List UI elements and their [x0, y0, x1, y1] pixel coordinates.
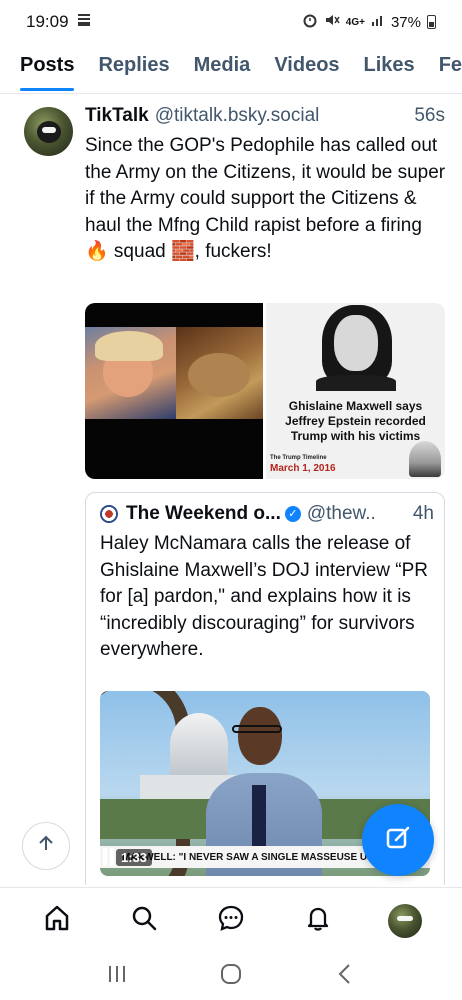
battery-icon: [427, 15, 436, 29]
arrow-up-icon: [37, 834, 55, 858]
compose-button[interactable]: [362, 804, 434, 876]
author-name[interactable]: TikTalk: [85, 105, 149, 127]
inset-portrait: [409, 441, 441, 477]
timeline-label: The Trump Timeline: [270, 455, 327, 461]
alarm-icon: [302, 12, 318, 32]
post-header: TikTalk @tiktalk.bsky.social 56s: [85, 105, 445, 127]
tab-media[interactable]: Media: [182, 44, 263, 93]
quote-author-avatar[interactable]: [100, 505, 118, 523]
notification-icon: [77, 12, 91, 32]
status-left: 19:09: [26, 12, 91, 32]
profile-avatar: [387, 903, 422, 938]
bottom-navigation: [0, 887, 462, 953]
home-circle-icon: [220, 963, 242, 990]
collage-photo-right: [176, 327, 263, 419]
quote-time: 4h: [412, 503, 434, 524]
video-person-head: [238, 707, 282, 765]
mute-icon: [324, 12, 340, 32]
bell-icon: [303, 903, 333, 938]
tab-replies[interactable]: Replies: [86, 44, 181, 93]
post-image-grid: Ghislaine Maxwell says Jeffrey Epstein r…: [85, 303, 445, 479]
post-image-1[interactable]: [85, 303, 263, 479]
status-time: 19:09: [26, 12, 69, 31]
author-avatar[interactable]: [24, 107, 73, 156]
portrait-body: [316, 375, 396, 391]
scroll-to-top-button[interactable]: [22, 822, 70, 870]
portrait-photo: [310, 303, 402, 391]
tab-feeds[interactable]: Fe: [427, 44, 462, 93]
tab-likes[interactable]: Likes: [352, 44, 427, 93]
quote-author-name[interactable]: The Weekend o...: [126, 503, 281, 525]
portrait-face: [334, 315, 378, 371]
recent-apps-button[interactable]: [97, 962, 137, 992]
image-caption: Ghislaine Maxwell says Jeffrey Epstein r…: [285, 399, 426, 443]
pause-icon[interactable]: [103, 848, 115, 866]
nav-chat[interactable]: [209, 899, 253, 943]
battery-percent: 37%: [390, 13, 421, 31]
tab-videos[interactable]: Videos: [262, 44, 351, 93]
network-type: 4G+: [345, 16, 365, 28]
post-time[interactable]: 56s: [414, 105, 445, 127]
status-right: 4G+ 37%: [302, 12, 436, 32]
search-icon: [129, 903, 159, 938]
post-text: Since the GOP's Pedophile has called out…: [85, 135, 446, 262]
verified-check-icon: ✓: [284, 506, 301, 522]
system-home-button[interactable]: [211, 962, 251, 992]
quote-header: The Weekend o... ✓ @thew.. 4h: [100, 503, 434, 525]
chat-bubble-icon: [216, 903, 246, 938]
system-back-button[interactable]: [325, 962, 365, 992]
video-person-tie: [252, 785, 266, 855]
quote-text: Haley McNamara calls the release of Ghis…: [100, 533, 429, 660]
home-icon: [42, 903, 72, 938]
tab-posts[interactable]: Posts: [0, 44, 86, 93]
quote-author-handle[interactable]: @thew..: [307, 503, 376, 525]
nav-notifications[interactable]: [296, 899, 340, 943]
timeline-date: March 1, 2016: [270, 463, 336, 474]
back-chevron-icon: [337, 963, 353, 990]
profile-tabs: Posts Replies Media Videos Likes Fe: [0, 44, 462, 94]
system-navigation: [0, 953, 462, 1000]
nav-home[interactable]: [35, 899, 79, 943]
status-bar: 19:09 4G+ 37%: [0, 0, 462, 44]
feed-post[interactable]: TikTalk @tiktalk.bsky.social 56s Since t…: [0, 95, 462, 885]
video-capitol-dome: [170, 713, 228, 777]
image-collage: [85, 327, 263, 419]
signal-icon: [371, 13, 385, 31]
video-timestamp: 1:33: [116, 849, 153, 866]
recent-apps-icon: [106, 964, 128, 989]
video-person-glasses: [232, 725, 282, 733]
collage-photo-left: [85, 327, 176, 419]
post-image-2[interactable]: Ghislaine Maxwell says Jeffrey Epstein r…: [266, 303, 445, 479]
author-handle[interactable]: @tiktalk.bsky.social: [155, 105, 407, 127]
nav-profile[interactable]: [383, 899, 427, 943]
nav-search[interactable]: [122, 899, 166, 943]
pencil-square-icon: [383, 823, 413, 858]
